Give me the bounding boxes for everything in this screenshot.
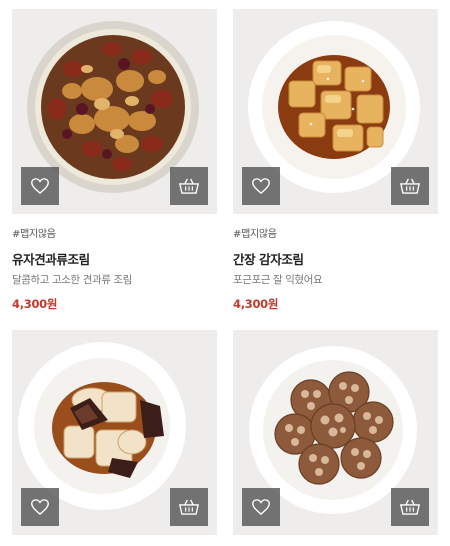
basket-icon (400, 499, 420, 515)
product-card[interactable] (233, 330, 438, 535)
add-to-cart-button[interactable] (170, 488, 208, 526)
heart-icon (252, 499, 270, 515)
basket-icon (179, 499, 199, 515)
basket-icon (179, 178, 199, 194)
basket-icon (400, 178, 420, 194)
like-button[interactable] (242, 488, 280, 526)
product-image[interactable] (233, 330, 438, 535)
product-description: 달콤하고 고소한 견과류 조림 (12, 274, 132, 286)
heart-icon (252, 178, 270, 194)
product-card[interactable]: #맵지않음 유자견과류조림 달콤하고 고소한 견과류 조림 4,300원 (12, 9, 217, 312)
product-title[interactable]: 유자견과류조림 (12, 252, 217, 268)
product-image[interactable] (12, 330, 217, 535)
product-title[interactable]: 간장 감자조림 (233, 252, 438, 268)
add-to-cart-button[interactable] (391, 488, 429, 526)
heart-icon (31, 499, 49, 515)
product-card[interactable] (12, 330, 217, 535)
product-image[interactable] (233, 9, 438, 214)
product-card[interactable]: #맵지않음 간장 감자조림 포근포근 잘 익혔어요 4,300원 (233, 9, 438, 312)
heart-icon (31, 178, 49, 194)
like-button[interactable] (242, 167, 280, 205)
add-to-cart-button[interactable] (170, 167, 208, 205)
product-image[interactable] (12, 9, 217, 214)
like-button[interactable] (21, 167, 59, 205)
product-price: 4,300원 (233, 297, 279, 311)
product-tag: #맵지않음 (233, 229, 277, 240)
product-description: 포근포근 잘 익혔어요 (233, 274, 323, 286)
product-tag: #맵지않음 (12, 229, 56, 240)
product-price: 4,300원 (12, 297, 58, 311)
like-button[interactable] (21, 488, 59, 526)
add-to-cart-button[interactable] (391, 167, 429, 205)
